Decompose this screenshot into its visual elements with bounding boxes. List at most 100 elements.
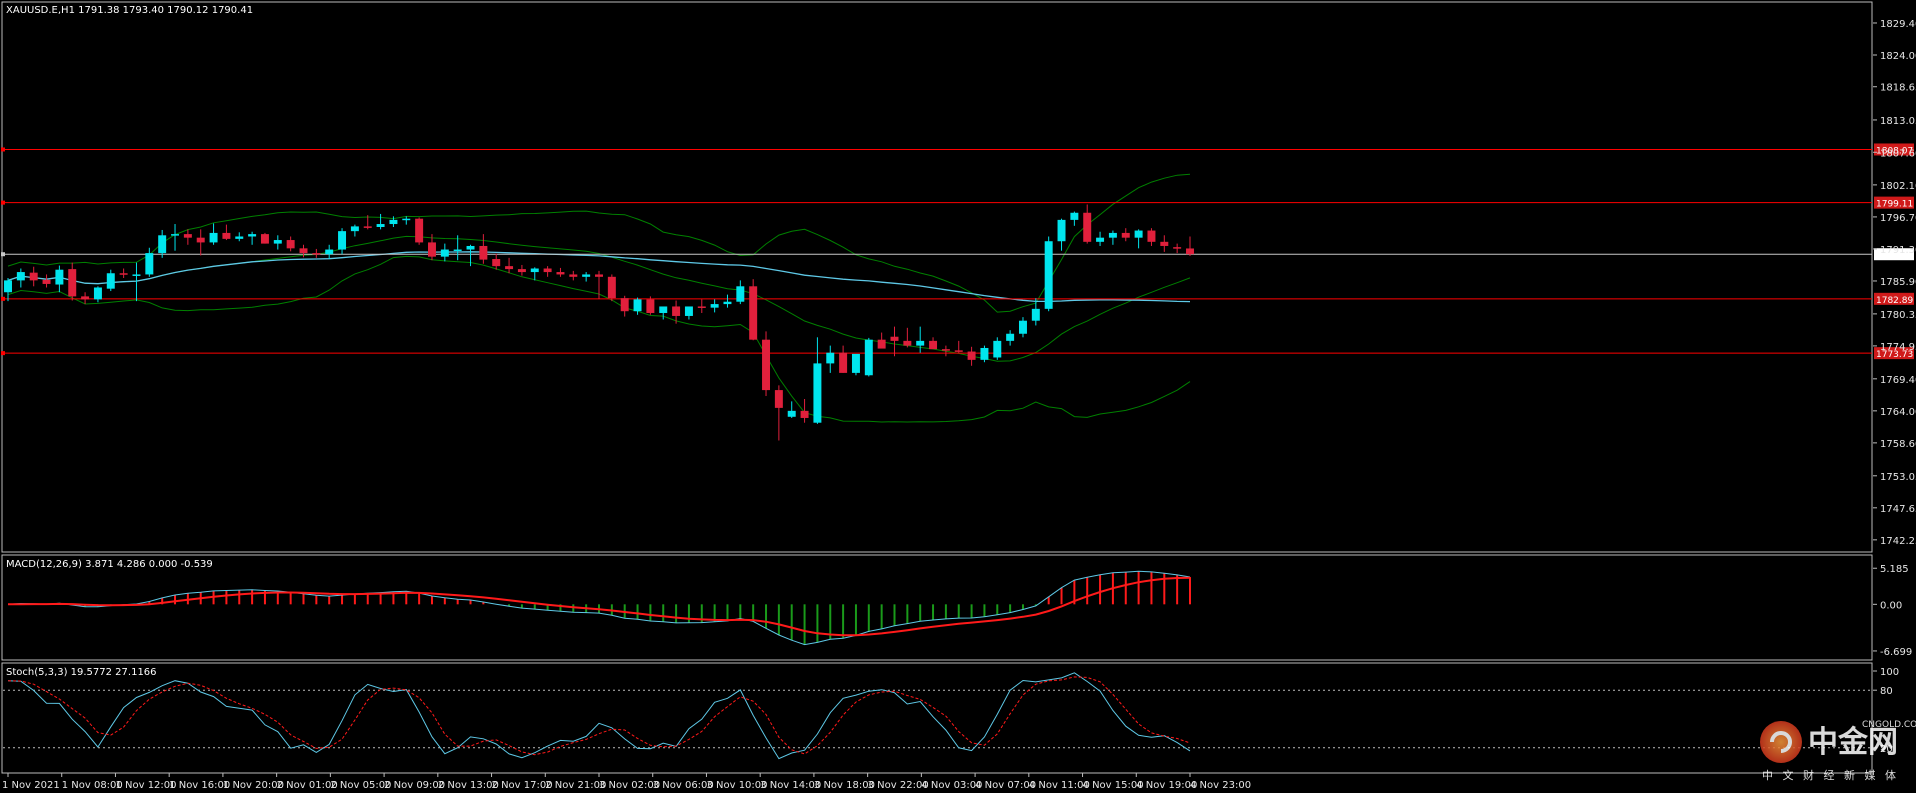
candle-body bbox=[350, 226, 359, 232]
candle-body bbox=[492, 259, 501, 267]
candle bbox=[1031, 298, 1040, 326]
candle bbox=[517, 264, 526, 276]
candle bbox=[954, 340, 963, 353]
candle bbox=[1083, 204, 1092, 244]
candle bbox=[800, 398, 809, 423]
candle bbox=[903, 327, 912, 348]
price-tick-label: 1802.10 bbox=[1880, 181, 1916, 192]
candle bbox=[1006, 330, 1015, 346]
candle bbox=[93, 286, 102, 303]
candle-body bbox=[325, 249, 334, 255]
candle bbox=[813, 337, 822, 424]
candle-body bbox=[877, 339, 886, 349]
candle bbox=[762, 331, 771, 397]
candle bbox=[582, 272, 591, 282]
stochastic-indicator: 1008020 bbox=[3, 667, 1899, 760]
candle-body bbox=[1044, 241, 1053, 309]
time-tick-label: 3 Nov 22:00 bbox=[868, 780, 929, 791]
candle-body bbox=[119, 273, 128, 275]
candle-body bbox=[916, 340, 925, 346]
candle-body bbox=[839, 352, 848, 373]
candle-body bbox=[55, 269, 64, 285]
candle-body bbox=[415, 218, 424, 243]
candle bbox=[16, 268, 25, 288]
candle bbox=[273, 235, 282, 250]
candle bbox=[248, 231, 257, 245]
candle-body bbox=[762, 339, 771, 391]
candle bbox=[235, 232, 244, 242]
candle bbox=[222, 224, 231, 241]
candle bbox=[864, 337, 873, 377]
main-pane-frame bbox=[1, 1, 1873, 553]
candle-body bbox=[569, 274, 578, 277]
candle bbox=[68, 262, 77, 301]
candle bbox=[505, 257, 514, 274]
candle bbox=[338, 228, 347, 255]
candle-body bbox=[1006, 333, 1015, 341]
candle-body bbox=[582, 274, 591, 277]
candle-body bbox=[4, 280, 12, 293]
price-tick-label: 1774.95 bbox=[1880, 342, 1916, 353]
macd-header: MACD(12,26,9) 3.871 4.286 0.000 -0.539 bbox=[6, 559, 213, 570]
candle bbox=[774, 385, 783, 441]
level-marker bbox=[1, 252, 5, 257]
time-tick-label: 2 Nov 17:00 bbox=[492, 780, 553, 791]
candle-body bbox=[980, 347, 989, 360]
price-tick-label: 1818.65 bbox=[1880, 83, 1916, 94]
candle-body bbox=[993, 340, 1002, 358]
candle-body bbox=[248, 234, 257, 237]
candle-body bbox=[1057, 219, 1066, 242]
candle bbox=[993, 337, 1002, 360]
candle-body bbox=[453, 249, 462, 252]
candle-body bbox=[1070, 212, 1079, 220]
price-tick-label: 1769.40 bbox=[1880, 375, 1916, 386]
candle-body bbox=[196, 237, 205, 243]
candle-body bbox=[402, 218, 411, 221]
candle bbox=[29, 266, 38, 287]
time-tick-label: 2 Nov 13:00 bbox=[438, 780, 499, 791]
candle bbox=[183, 229, 192, 245]
candle-body bbox=[1121, 232, 1130, 238]
candle bbox=[4, 278, 12, 302]
candle-body bbox=[749, 286, 758, 340]
candle-body bbox=[363, 226, 372, 228]
candle bbox=[158, 229, 167, 258]
candle-body bbox=[864, 339, 873, 376]
candle bbox=[839, 345, 848, 373]
price-chart[interactable]: 1808.071799.111790.411782.891773.73 1829… bbox=[0, 0, 1916, 793]
candle-body bbox=[633, 299, 642, 312]
candle-body bbox=[440, 249, 449, 257]
candle bbox=[1057, 218, 1066, 251]
candle bbox=[1070, 211, 1079, 226]
candle-body bbox=[132, 274, 141, 276]
level-tag-label: 1799.11 bbox=[1876, 200, 1913, 210]
price-tick-label: 1796.70 bbox=[1880, 213, 1916, 224]
candle bbox=[1121, 228, 1130, 242]
candle-body bbox=[312, 253, 321, 255]
candle bbox=[749, 279, 758, 341]
candle bbox=[1018, 317, 1027, 338]
time-tick-label: 4 Nov 23:00 bbox=[1190, 780, 1251, 791]
time-tick-label: 1 Nov 16:00 bbox=[169, 780, 230, 791]
candle-body bbox=[774, 390, 783, 408]
candle-body bbox=[1031, 308, 1040, 321]
candle-body bbox=[1186, 248, 1194, 255]
candle-body bbox=[376, 224, 385, 227]
candle bbox=[710, 299, 719, 313]
candle bbox=[543, 266, 552, 277]
candle bbox=[350, 224, 359, 237]
candle-body bbox=[517, 269, 526, 273]
candle-body bbox=[620, 298, 629, 312]
candlesticks bbox=[4, 204, 1194, 441]
candle bbox=[171, 224, 180, 251]
macd-indicator: 5.185 0.00 -6.699 bbox=[7, 564, 1912, 658]
candle-body bbox=[851, 353, 860, 373]
candle bbox=[929, 337, 938, 350]
candle-body bbox=[427, 242, 436, 257]
candle bbox=[106, 269, 115, 292]
price-tick-label: 1758.60 bbox=[1880, 439, 1916, 450]
candle bbox=[312, 248, 321, 258]
candle-body bbox=[505, 266, 514, 270]
candle bbox=[55, 265, 64, 293]
time-tick-label: 2 Nov 09:00 bbox=[384, 780, 445, 791]
